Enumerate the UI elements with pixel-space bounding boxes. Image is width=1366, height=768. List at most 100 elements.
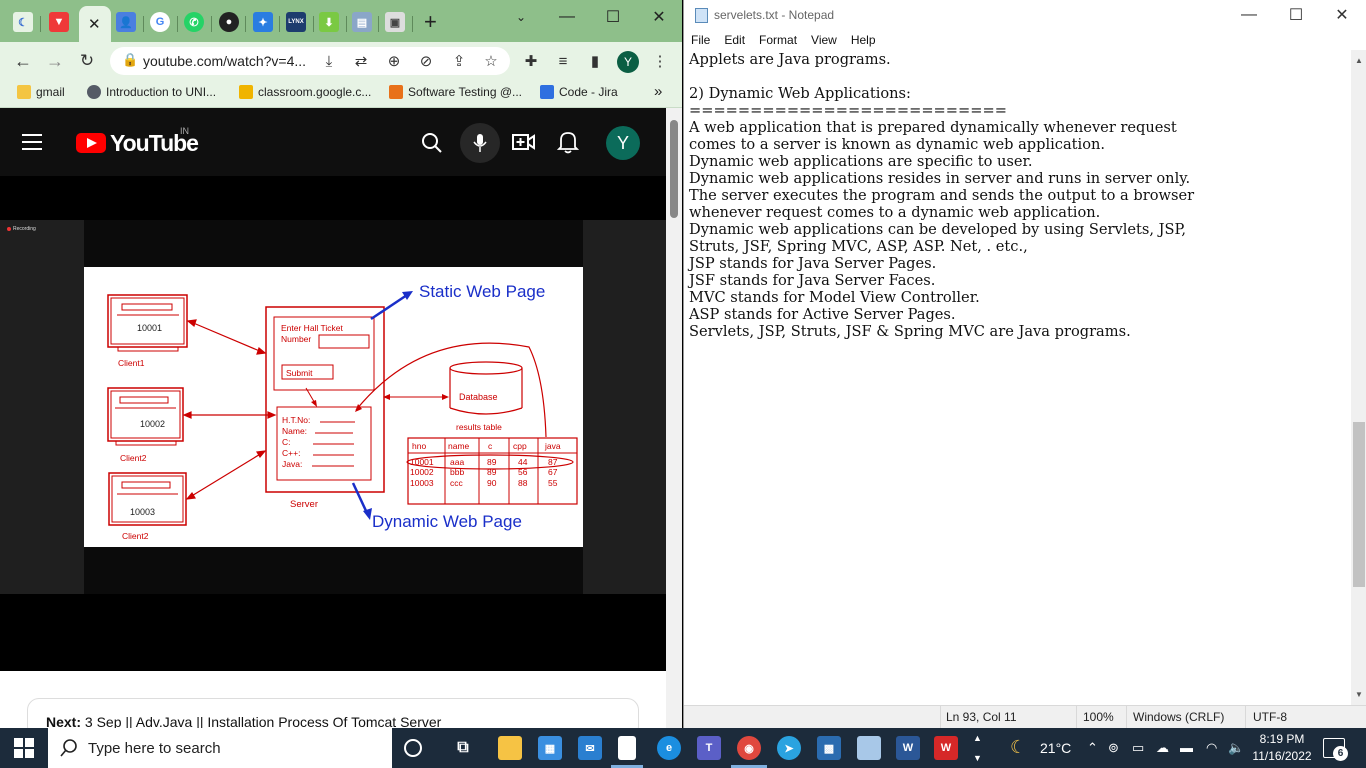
menu-dots-icon[interactable]: ⋮	[649, 50, 671, 72]
youtube-logo-icon[interactable]	[76, 133, 106, 153]
weather-icon[interactable]: ☾	[1010, 737, 1026, 758]
document-line[interactable]: MVC stands for Model View Controller.	[689, 289, 1194, 306]
document-line[interactable]: Dynamic web applications are specific to…	[689, 153, 1194, 170]
document-line[interactable]: Dynamic web applications can be develope…	[689, 221, 1194, 238]
scrollbar-thumb[interactable]	[670, 120, 678, 218]
bookmark-star-icon[interactable]: ☆	[480, 50, 502, 72]
taskbar-scroll-icon[interactable]: ▲ ▼	[973, 728, 982, 768]
extensions-icon[interactable]: ✚	[520, 50, 542, 72]
document-line[interactable]: A web application that is prepared dynam…	[689, 119, 1194, 136]
document-line[interactable]: Applets are Java programs.	[689, 51, 1194, 68]
media-icon[interactable]: ≡	[552, 50, 574, 72]
microsoft-store-icon[interactable]: ▦	[538, 736, 562, 760]
document-line[interactable]: 2) Dynamic Web Applications:	[689, 85, 1194, 102]
menu-edit[interactable]: Edit	[717, 30, 752, 50]
minimize-icon[interactable]: —	[552, 6, 582, 28]
mail-icon[interactable]: ✉	[578, 736, 602, 760]
notifications-bell-icon[interactable]	[557, 130, 579, 154]
document-line[interactable]	[689, 68, 1194, 85]
file-icon[interactable]: ▤	[352, 12, 372, 32]
translate-icon[interactable]: ⇄	[350, 50, 372, 72]
document-line[interactable]: Dynamic web applications resides in serv…	[689, 170, 1194, 187]
notepad-scrollbar[interactable]: ▲ ▼	[1351, 50, 1366, 705]
kiwi-icon[interactable]: ☾	[13, 12, 33, 32]
next-video-title[interactable]: 3 Sep || Adv.Java || Installation Proces…	[85, 714, 441, 728]
clock[interactable]: 8:19 PM 11/16/2022	[1250, 731, 1314, 765]
reload-icon[interactable]: ↻	[76, 50, 98, 72]
menu-file[interactable]: File	[684, 30, 717, 50]
maximize-icon[interactable]: ☐	[598, 6, 628, 28]
image-icon[interactable]: ▣	[385, 12, 405, 32]
cortana-icon[interactable]	[404, 739, 422, 757]
maximize-icon[interactable]: ☐	[1276, 5, 1316, 25]
tab-search-icon[interactable]: ⌄	[506, 6, 536, 28]
profile-avatar[interactable]: Y	[617, 51, 639, 73]
bookmark-classroom[interactable]: classroom.google.c...	[239, 85, 371, 99]
lynx-icon[interactable]: LYNX	[286, 12, 306, 32]
document-text[interactable]: Applets are Java programs. 2) Dynamic We…	[689, 51, 1194, 340]
contacts-icon[interactable]: 👤	[116, 12, 136, 32]
file-explorer-icon[interactable]	[498, 736, 522, 760]
scrollbar-thumb[interactable]	[1353, 422, 1365, 587]
notes-icon[interactable]	[857, 736, 881, 760]
active-tab[interactable]: ✕	[79, 6, 111, 42]
wps-icon[interactable]: W	[934, 736, 958, 760]
notepad-taskbar-icon[interactable]	[618, 736, 636, 760]
tracking-icon[interactable]: ⊘	[415, 50, 437, 72]
weather-temperature[interactable]: 21°C	[1040, 740, 1071, 756]
task-view-icon[interactable]: ⧉	[451, 736, 475, 760]
zoom-icon[interactable]: ⊕	[383, 50, 405, 72]
scroll-up-icon[interactable]: ▲	[1355, 56, 1363, 65]
hamburger-menu-icon[interactable]	[22, 134, 42, 150]
video-player[interactable]: Recording 10001 Client1 10002 Client2 10…	[0, 176, 666, 671]
edge-icon[interactable]: e	[657, 736, 681, 760]
close-window-icon[interactable]: ✕	[644, 6, 674, 28]
scroll-down-icon[interactable]: ▼	[1355, 690, 1363, 699]
document-line[interactable]: Servlets, JSP, Struts, JSF & Spring MVC …	[689, 323, 1194, 340]
back-icon[interactable]: ←	[12, 50, 34, 72]
bookmark-jira[interactable]: Code - Jira	[540, 85, 618, 99]
document-line[interactable]: Struts, JSF, Spring MVC, ASP, ASP. Net, …	[689, 238, 1194, 255]
document-line[interactable]: ==========================	[689, 102, 1194, 119]
document-line[interactable]: The server executes the program and send…	[689, 187, 1194, 204]
show-hidden-icons-icon[interactable]: ⌃	[1087, 740, 1098, 756]
wifi-icon[interactable]: ◠	[1206, 740, 1217, 756]
bookmark-unix[interactable]: Introduction to UNI...	[87, 85, 216, 99]
onedrive-icon[interactable]: ☁	[1156, 740, 1169, 756]
document-line[interactable]: JSP stands for Java Server Pages.	[689, 255, 1194, 272]
create-video-icon[interactable]	[512, 131, 536, 153]
search-icon[interactable]	[421, 132, 443, 154]
new-tab-button[interactable]: +	[424, 9, 437, 35]
close-window-icon[interactable]: ✕	[1322, 5, 1362, 25]
side-panel-icon[interactable]: ▮	[584, 50, 606, 72]
url-text[interactable]: youtube.com/watch?v=4...	[143, 53, 306, 69]
close-tab-icon[interactable]: ✕	[88, 15, 101, 33]
more-bookmarks-button[interactable]: »	[654, 83, 662, 100]
bookmark-software-testing[interactable]: Software Testing @...	[389, 85, 522, 99]
globe-icon[interactable]: ●	[219, 12, 239, 32]
display-icon[interactable]: ▭	[1132, 740, 1144, 756]
google-icon[interactable]: G	[150, 12, 170, 32]
lock-icon[interactable]: 🔒	[122, 52, 138, 68]
forward-icon[interactable]: →	[44, 50, 66, 72]
document-line[interactable]: comes to a server is known as dynamic we…	[689, 136, 1194, 153]
control-panel-icon[interactable]: ▩	[817, 736, 841, 760]
whatsapp-icon[interactable]: ✆	[184, 12, 204, 32]
document-line[interactable]: whenever request comes to a dynamic web …	[689, 204, 1194, 221]
puzzle-icon[interactable]: ✦	[253, 12, 273, 32]
notepad-text-area[interactable]: Applets are Java programs. 2) Dynamic We…	[684, 50, 1351, 705]
chrome-taskbar-icon[interactable]: ◉	[737, 736, 761, 760]
minimize-icon[interactable]: —	[1229, 5, 1269, 25]
telegram-icon[interactable]: ➤	[777, 736, 801, 760]
volume-icon[interactable]: 🔈	[1228, 740, 1244, 756]
search-placeholder[interactable]: Type here to search	[88, 740, 221, 757]
teams-icon[interactable]: T	[697, 736, 721, 760]
menu-view[interactable]: View	[804, 30, 844, 50]
document-line[interactable]: JSF stands for Java Server Faces.	[689, 272, 1194, 289]
page-scrollbar[interactable]	[666, 108, 682, 728]
menu-help[interactable]: Help	[844, 30, 883, 50]
install-icon[interactable]: ⤓	[318, 50, 340, 72]
document-line[interactable]: ASP stands for Active Server Pages.	[689, 306, 1194, 323]
share-icon[interactable]: ⇪	[448, 50, 470, 72]
network-drive-icon[interactable]: ⊚	[1108, 740, 1119, 756]
